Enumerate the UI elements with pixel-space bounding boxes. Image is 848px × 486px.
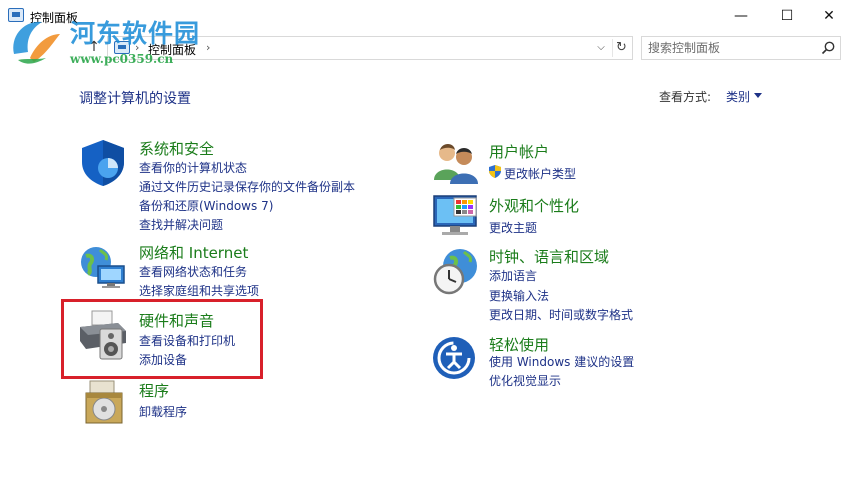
shield-icon[interactable] [78,138,128,188]
up-arrow-icon[interactable]: ↑ [86,38,102,56]
troubleshoot-link[interactable]: 查找并解决问题 [139,216,223,233]
window-title: 控制面板 [30,11,79,25]
change-theme-link[interactable]: 更改主题 [489,219,537,236]
change-date-time-format-link[interactable]: 更改日期、时间或数字格式 [489,306,633,323]
add-language-link[interactable]: 添加语言 [489,267,537,284]
programs-disc-icon[interactable] [78,379,128,425]
navigation-bar: ↑ › 控制面板 › ⌵ ↻ [0,34,848,62]
control-panel-icon [8,8,24,22]
maximize-button[interactable]: ☐ [764,0,810,32]
appearance-monitor-icon[interactable] [432,194,480,240]
file-history-backup-link[interactable]: 通过文件历史记录保存你的文件备份副本 [139,178,355,195]
view-by-dropdown[interactable]: 类别 [726,88,763,105]
printer-speaker-icon[interactable] [78,309,128,361]
uac-shield-icon [489,165,501,178]
homegroup-sharing-link[interactable]: 选择家庭组和共享选项 [139,282,259,299]
network-status-link[interactable]: 查看网络状态和任务 [139,263,247,280]
breadcrumb-separator[interactable]: › [206,41,210,54]
page-title: 调整计算机的设置 [79,91,191,107]
chevron-down-icon[interactable]: ⌵ [592,40,610,56]
users-icon[interactable] [432,140,480,184]
category-ease-of-access: 轻松使用 使用 Windows 建议的设置 优化视觉显示 [432,334,732,390]
control-panel-icon [114,41,130,54]
search-input[interactable] [648,39,816,57]
search-box[interactable] [641,36,841,60]
category-network-internet: 网络和 Internet 查看网络状态和任务 选择家庭组和共享选项 [78,242,398,302]
clock-region-title[interactable]: 时钟、语言和区域 [489,246,609,267]
programs-title[interactable]: 程序 [139,380,169,401]
category-system-security: 系统和安全 查看你的计算机状态 通过文件历史记录保存你的文件备份副本 备份和还原… [78,138,398,234]
appearance-title[interactable]: 外观和个性化 [489,195,579,216]
breadcrumb-control-panel[interactable]: 控制面板 [148,41,196,58]
breadcrumb-separator[interactable]: › [135,41,139,54]
clock-globe-icon[interactable] [432,246,480,298]
recommended-settings-link[interactable]: 使用 Windows 建议的设置 [489,353,634,370]
network-internet-title[interactable]: 网络和 Internet [139,242,248,263]
add-device-link[interactable]: 添加设备 [139,351,187,368]
optimize-display-link[interactable]: 优化视觉显示 [489,372,561,389]
view-computer-status-link[interactable]: 查看你的计算机状态 [139,159,247,176]
search-icon[interactable] [820,40,836,56]
ease-of-access-title[interactable]: 轻松使用 [489,334,549,355]
change-input-method-link[interactable]: 更换输入法 [489,287,549,304]
devices-printers-link[interactable]: 查看设备和打印机 [139,332,235,349]
address-bar[interactable]: › 控制面板 › ⌵ ↻ [107,36,633,60]
category-programs: 程序 卸载程序 [78,379,278,425]
view-by-label: 查看方式: [659,90,712,104]
close-button[interactable]: ✕ [810,0,848,32]
category-appearance: 外观和个性化 更改主题 [432,194,732,240]
network-globe-icon[interactable] [78,242,128,292]
title-bar: 控制面板 — ☐ ✕ [0,0,848,32]
ease-of-access-icon[interactable] [432,334,480,382]
backup-restore-link[interactable]: 备份和还原(Windows 7) [139,197,273,214]
uninstall-program-link[interactable]: 卸载程序 [139,403,187,420]
user-accounts-title[interactable]: 用户帐户 [489,141,549,162]
system-security-title[interactable]: 系统和安全 [139,138,214,159]
category-hardware-sound: 硬件和声音 查看设备和打印机 添加设备 [78,309,268,369]
refresh-icon[interactable]: ↻ [612,39,630,57]
hardware-sound-title[interactable]: 硬件和声音 [139,310,214,331]
category-user-accounts: 用户帐户 更改帐户类型 [432,140,732,184]
minimize-button[interactable]: — [718,0,764,32]
change-account-type-link[interactable]: 更改帐户类型 [504,165,576,182]
category-clock-region: 时钟、语言和区域 添加语言 更换输入法 更改日期、时间或数字格式 [432,246,732,322]
